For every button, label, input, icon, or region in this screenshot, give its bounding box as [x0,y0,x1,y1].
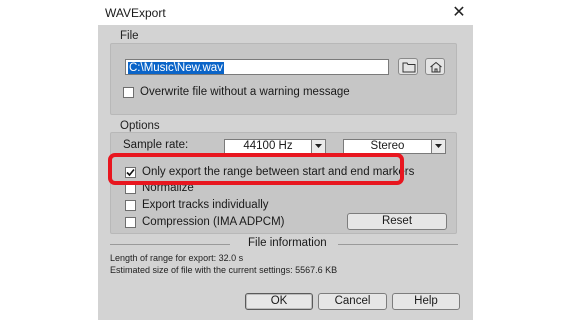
home-icon [430,61,442,73]
sample-rate-select[interactable]: 44100 Hz [224,139,326,154]
estimated-size-text: Estimated size of file with the current … [110,265,338,275]
channels-select[interactable]: Stereo [343,139,446,154]
export-tracks-label: Export tracks individually [142,199,269,211]
browse-folder-button[interactable] [398,58,418,75]
chevron-down-icon[interactable] [431,140,445,153]
file-path-value: C:\Music\New.wav [128,62,224,74]
range-length-text: Length of range for export: 32.0 s [110,253,244,263]
reset-button[interactable]: Reset [347,213,447,230]
sample-rate-value: 44100 Hz [243,140,293,152]
file-group-panel: C:\Music\New.wav Overwrite file without … [110,43,457,115]
options-group-title: Options [120,120,160,132]
ok-button[interactable]: OK [245,293,313,310]
home-folder-button[interactable] [425,58,445,75]
file-path-input[interactable]: C:\Music\New.wav [125,59,389,75]
file-info-divider-right [338,244,458,245]
export-tracks-checkbox[interactable] [125,200,136,211]
cancel-button[interactable]: Cancel [318,293,387,310]
file-info-divider-left [110,244,230,245]
close-icon[interactable]: ✕ [450,4,468,22]
help-button[interactable]: Help [392,293,460,310]
file-info-title: File information [248,237,327,249]
title-bar: WAVExport ✕ [0,0,570,28]
overwrite-checkbox[interactable] [123,87,134,98]
highlight-annotation [108,153,404,185]
chevron-down-icon[interactable] [311,140,325,153]
wavexport-window: WAVExport ✕ File C:\Music\New.wav Overwr… [0,0,570,320]
compression-checkbox[interactable] [125,217,136,228]
compression-label: Compression (IMA ADPCM) [142,216,285,228]
file-group-title: File [120,30,139,42]
sample-rate-label: Sample rate: [123,139,189,151]
window-title: WAVExport [105,6,166,20]
folder-icon [402,62,416,73]
overwrite-label: Overwrite file without a warning message [140,86,350,98]
channels-value: Stereo [370,140,405,152]
